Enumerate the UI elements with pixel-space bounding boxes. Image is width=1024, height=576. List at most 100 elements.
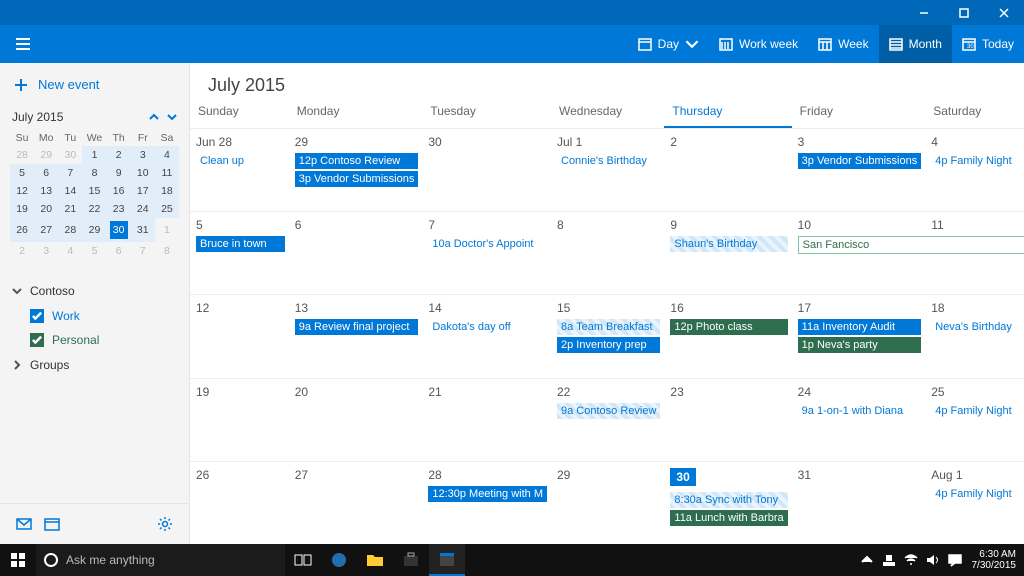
day-cell[interactable]: 254p Family Night xyxy=(925,378,1024,461)
mini-cal-day[interactable]: 12 xyxy=(10,182,34,200)
minimize-button[interactable] xyxy=(904,0,944,25)
day-cell[interactable]: 14Dakota's day off xyxy=(422,294,551,377)
day-cell[interactable]: 2812:30p Meeting with M xyxy=(422,461,551,544)
mini-cal-day[interactable]: 29 xyxy=(82,218,106,242)
mini-cal-day[interactable]: 25 xyxy=(155,200,179,218)
calendar-event[interactable]: 2p Inventory prep xyxy=(557,337,660,353)
mini-cal-day[interactable]: 4 xyxy=(58,242,82,260)
day-cell[interactable]: 10San Fancisco xyxy=(792,211,926,294)
view-workweek-button[interactable]: Work week xyxy=(709,25,808,63)
taskbar-app-store[interactable] xyxy=(393,544,429,576)
day-cell[interactable]: 26 xyxy=(190,461,289,544)
mini-cal-day[interactable]: 23 xyxy=(107,200,131,218)
mini-cal-day[interactable]: 22 xyxy=(82,200,106,218)
taskbar-clock[interactable]: 6:30 AM 7/30/2015 xyxy=(972,549,1017,571)
calendar-event[interactable]: 10a Doctor's Appoint xyxy=(428,236,547,252)
day-cell[interactable]: 44p Family Night xyxy=(925,128,1024,211)
new-event-button[interactable]: New event xyxy=(0,63,189,102)
mail-switch-button[interactable] xyxy=(10,512,38,536)
chevron-up-icon[interactable] xyxy=(149,112,159,122)
calendar-work-checkbox[interactable]: Work xyxy=(10,304,179,328)
mini-cal-day[interactable]: 8 xyxy=(82,164,106,182)
calendar-event[interactable]: 9a Contoso Review xyxy=(557,403,660,419)
view-today-button[interactable]: 30 Today xyxy=(952,25,1024,63)
calendar-event[interactable]: 4p Family Night xyxy=(931,153,1020,169)
mini-cal-day[interactable]: 30 xyxy=(58,146,82,164)
mini-cal-day[interactable]: 8 xyxy=(155,242,179,260)
day-cell[interactable]: 18Neva's Birthday xyxy=(925,294,1024,377)
calendar-event[interactable]: 9a Review final project xyxy=(295,319,419,335)
mini-cal-day[interactable]: 11 xyxy=(155,164,179,182)
calendar-event[interactable]: 8:30a Sync with Tony xyxy=(670,492,787,508)
calendar-event[interactable]: 12:30p Meeting with M xyxy=(428,486,547,502)
mini-cal-day[interactable]: 1 xyxy=(82,146,106,164)
mini-cal-day[interactable]: 3 xyxy=(131,146,155,164)
notifications-icon[interactable] xyxy=(948,553,962,567)
day-cell[interactable]: 19 xyxy=(190,378,289,461)
mini-cal-day[interactable]: 28 xyxy=(58,218,82,242)
day-cell[interactable]: 23 xyxy=(664,378,791,461)
day-cell[interactable]: Jul 1Connie's Birthday xyxy=(551,128,664,211)
mini-cal-day[interactable]: 2 xyxy=(107,146,131,164)
close-button[interactable] xyxy=(984,0,1024,25)
calendar-event[interactable]: 12p Photo class xyxy=(670,319,787,335)
mini-cal-day[interactable]: 28 xyxy=(10,146,34,164)
day-cell[interactable]: 9Shaun's Birthday xyxy=(664,211,791,294)
system-tray[interactable]: 6:30 AM 7/30/2015 xyxy=(856,544,1024,576)
calendar-event[interactable]: 4p Family Night xyxy=(931,403,1020,419)
calendar-event[interactable]: 12p Contoso Review xyxy=(295,153,419,169)
view-week-button[interactable]: Week xyxy=(808,25,878,63)
mini-cal-day[interactable]: 5 xyxy=(82,242,106,260)
start-button[interactable] xyxy=(0,544,36,576)
day-cell[interactable]: 2912p Contoso Review3p Vendor Submission… xyxy=(289,128,423,211)
mini-cal-day[interactable]: 9 xyxy=(107,164,131,182)
mini-cal-day[interactable]: 27 xyxy=(34,218,58,242)
mini-cal-day[interactable]: 26 xyxy=(10,218,34,242)
taskbar-app-calendar[interactable] xyxy=(429,544,465,576)
taskbar-app-explorer[interactable] xyxy=(357,544,393,576)
chevron-up-icon[interactable] xyxy=(860,553,874,567)
day-cell[interactable]: 710a Doctor's Appoint xyxy=(422,211,551,294)
calendar-event[interactable]: 3p Vendor Submissions xyxy=(798,153,922,169)
calendar-event[interactable]: San Fancisco xyxy=(798,236,1024,254)
mini-cal-day[interactable]: 6 xyxy=(34,164,58,182)
mini-cal-day[interactable]: 4 xyxy=(155,146,179,164)
day-cell[interactable]: 249a 1-on-1 with Diana xyxy=(792,378,926,461)
day-cell[interactable]: Jun 28Clean up xyxy=(190,128,289,211)
mini-cal-day[interactable]: 29 xyxy=(34,146,58,164)
day-cell[interactable]: 31 xyxy=(792,461,926,544)
account-contoso-toggle[interactable]: Contoso xyxy=(10,278,179,304)
day-cell[interactable]: 6 xyxy=(289,211,423,294)
calendar-event[interactable]: Clean up xyxy=(196,153,285,169)
mini-cal-day[interactable]: 30 xyxy=(107,218,131,242)
mini-cal-day[interactable]: 21 xyxy=(58,200,82,218)
calendar-event[interactable]: Connie's Birthday xyxy=(557,153,660,169)
mini-cal-day[interactable]: 16 xyxy=(107,182,131,200)
chevron-down-icon[interactable] xyxy=(167,112,177,122)
mini-cal-day[interactable]: 14 xyxy=(58,182,82,200)
calendar-event[interactable]: 11a Lunch with Barbra xyxy=(670,510,787,526)
view-month-button[interactable]: Month xyxy=(879,25,952,63)
day-cell[interactable]: 8 xyxy=(551,211,664,294)
calendar-event[interactable]: 3p Vendor Submissions xyxy=(295,171,419,187)
day-cell[interactable]: 2 xyxy=(664,128,791,211)
day-cell[interactable]: 158a Team Breakfast2p Inventory prep xyxy=(551,294,664,377)
volume-icon[interactable] xyxy=(926,553,940,567)
search-box[interactable]: Ask me anything xyxy=(36,544,285,576)
mini-cal-day[interactable]: 31 xyxy=(131,218,155,242)
calendar-event[interactable]: 9a 1-on-1 with Diana xyxy=(798,403,922,419)
day-cell[interactable]: 308:30a Sync with Tony11a Lunch with Bar… xyxy=(664,461,791,544)
mini-cal-day[interactable]: 2 xyxy=(10,242,34,260)
day-cell[interactable]: 1711a Inventory Audit1p Neva's party xyxy=(792,294,926,377)
mini-cal-day[interactable]: 3 xyxy=(34,242,58,260)
mini-cal-day[interactable]: 10 xyxy=(131,164,155,182)
mini-cal-day[interactable]: 6 xyxy=(107,242,131,260)
day-cell[interactable]: 30 xyxy=(422,128,551,211)
mini-cal-day[interactable]: 7 xyxy=(58,164,82,182)
mini-cal-day[interactable]: 13 xyxy=(34,182,58,200)
day-cell[interactable]: 1612p Photo class xyxy=(664,294,791,377)
calendar-event[interactable]: 4p Family Night xyxy=(931,486,1020,502)
calendar-event[interactable]: 8a Team Breakfast xyxy=(557,319,660,335)
network-icon[interactable] xyxy=(882,553,896,567)
groups-toggle[interactable]: Groups xyxy=(10,352,179,378)
